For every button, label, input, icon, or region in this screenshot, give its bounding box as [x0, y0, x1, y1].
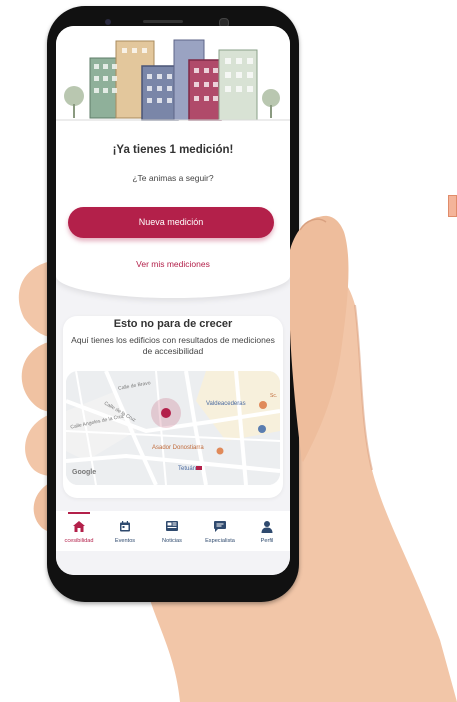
thumb-overlay — [290, 216, 345, 462]
